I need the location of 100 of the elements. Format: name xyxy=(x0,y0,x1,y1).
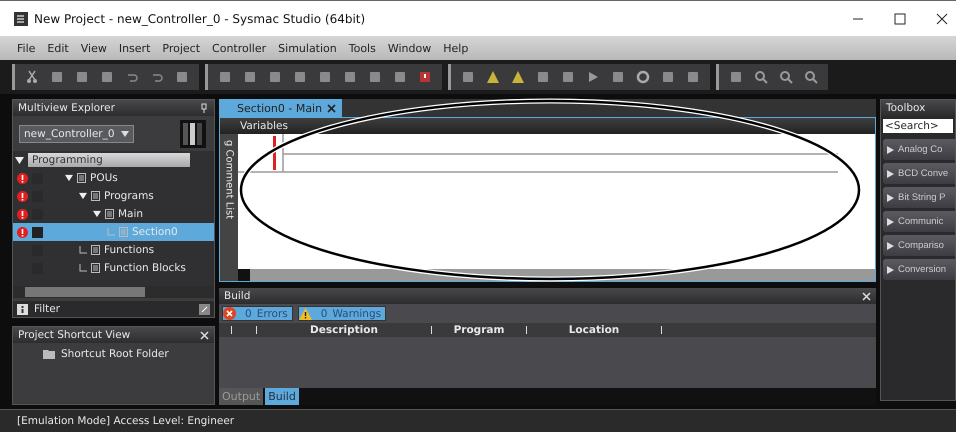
expand-arrow-icon xyxy=(887,146,894,154)
expand-arrow-icon[interactable] xyxy=(79,192,87,200)
toolbar-icon[interactable] xyxy=(318,70,332,84)
document-icon xyxy=(91,263,100,273)
scissors-icon[interactable] xyxy=(25,70,39,84)
editor-tab[interactable]: Section0 - Main xyxy=(219,99,342,117)
toolbar-icon[interactable] xyxy=(536,70,550,84)
column-header[interactable]: Program xyxy=(444,324,514,336)
tree-item[interactable]: Programs xyxy=(13,187,214,205)
panel-title: Toolbox xyxy=(886,102,926,114)
document-icon xyxy=(105,209,114,219)
toolbar-icon[interactable] xyxy=(243,70,257,84)
tree-item[interactable]: Programming xyxy=(13,151,214,169)
expand-arrow-icon xyxy=(887,266,894,274)
side-tab[interactable]: g Comment List xyxy=(220,134,238,281)
toolbar-icon[interactable] xyxy=(293,70,307,84)
menu-item[interactable]: Help xyxy=(443,42,468,54)
menu-item[interactable]: Controller xyxy=(212,42,266,54)
circle-icon[interactable] xyxy=(636,70,650,84)
document-icon xyxy=(91,191,100,201)
menu-item[interactable]: Window xyxy=(388,42,432,54)
panel-tab[interactable]: Build xyxy=(265,388,299,405)
folder-label[interactable]: Shortcut Root Folder xyxy=(61,348,169,360)
panel-title: Multiview Explorer xyxy=(18,102,115,114)
warning-icon[interactable] xyxy=(511,70,525,84)
filter-label[interactable]: Filter xyxy=(34,303,193,315)
toolbar-icon[interactable] xyxy=(661,70,675,84)
tree-label: Function Blocks xyxy=(104,262,186,274)
menu-item[interactable]: Simulation xyxy=(278,42,337,54)
warning-icon[interactable] xyxy=(486,70,500,84)
toolbox-category[interactable]: Compariso xyxy=(883,235,955,256)
menu-item[interactable]: File xyxy=(17,42,36,54)
controller-icon xyxy=(180,120,206,148)
tree-item[interactable]: Functions xyxy=(13,241,214,259)
toolbox-category[interactable]: Bit String P xyxy=(883,187,955,208)
close-icon[interactable] xyxy=(327,104,336,112)
tree-label: Functions xyxy=(104,244,154,256)
panel-title: Project Shortcut View xyxy=(18,329,130,341)
toolbox-category[interactable]: Conversion xyxy=(883,259,955,280)
menu-item[interactable]: View xyxy=(80,42,107,54)
toolbar-icon[interactable] xyxy=(218,70,232,84)
expand-arrow-icon[interactable] xyxy=(15,156,24,164)
checkbox[interactable] xyxy=(32,226,43,238)
expand-arrow-icon[interactable] xyxy=(93,210,101,218)
toolbar-icon[interactable] xyxy=(729,70,743,84)
toolbar-icon[interactable] xyxy=(461,70,475,84)
tree-item[interactable]: POUs xyxy=(13,169,214,187)
tree-header: Programming xyxy=(28,153,190,167)
error-icon xyxy=(223,307,236,320)
tree-connector-icon xyxy=(79,246,87,254)
maximize-icon[interactable] xyxy=(894,12,906,24)
expand-arrow-icon[interactable] xyxy=(65,174,73,182)
toolbox-category[interactable]: Communic xyxy=(883,211,955,232)
play-icon[interactable] xyxy=(586,70,600,84)
expand-arrow-icon xyxy=(887,194,894,202)
controller-dropdown[interactable]: new_Controller_0 xyxy=(19,125,134,143)
info-icon xyxy=(17,304,28,314)
magnifier-icon[interactable] xyxy=(779,70,793,84)
toolbox-category[interactable]: BCD Conve xyxy=(883,163,955,184)
toolbar-icon[interactable] xyxy=(175,70,189,84)
stop-icon[interactable] xyxy=(418,70,432,84)
document-icon xyxy=(77,173,86,183)
menu-item[interactable]: Project xyxy=(162,42,200,54)
toolbar-icon[interactable] xyxy=(100,70,114,84)
expand-arrow-icon xyxy=(887,218,894,226)
status-text: [Emulation Mode] Access Level: Engineer xyxy=(17,415,234,427)
toolbar-icon[interactable] xyxy=(561,70,575,84)
menu-item[interactable]: Edit xyxy=(47,42,69,54)
tree-connector-icon xyxy=(79,264,87,272)
window-title: New Project - new_Controller_0 - Sysmac Studio (64bit) xyxy=(34,12,366,26)
tree-label: Section0 xyxy=(132,226,178,238)
app-icon xyxy=(14,12,28,26)
variables-header[interactable]: Variables xyxy=(220,118,875,134)
warning-icon xyxy=(298,308,312,320)
expand-arrow-icon xyxy=(887,242,894,250)
horizontal-scrollbar[interactable] xyxy=(13,286,214,298)
toolbar-icon[interactable] xyxy=(368,70,382,84)
tree-item[interactable]: Function Blocks xyxy=(13,259,214,277)
close-icon[interactable] xyxy=(936,12,948,24)
menu-item[interactable]: Insert xyxy=(118,42,150,54)
caret-icon xyxy=(120,131,129,137)
folder-icon xyxy=(43,349,55,359)
tree-label: Programs xyxy=(104,190,154,202)
toolbar-icon[interactable] xyxy=(686,70,700,84)
menu-item[interactable]: Tools xyxy=(348,42,376,54)
toolbox-category[interactable]: Analog Co xyxy=(883,139,955,160)
tree-item[interactable]: Main xyxy=(13,205,214,223)
magnifier-icon[interactable] xyxy=(754,70,768,84)
document-icon xyxy=(119,227,128,237)
toolbar-icon[interactable] xyxy=(75,70,89,84)
column-header[interactable]: Description xyxy=(269,324,419,336)
search-field[interactable]: <Search> xyxy=(883,119,953,133)
toolbar-icon[interactable] xyxy=(50,70,64,84)
toolbar-icon[interactable] xyxy=(611,70,625,84)
magnifier-icon[interactable] xyxy=(804,70,818,84)
toolbar-icon[interactable] xyxy=(343,70,357,84)
expand-arrow-icon xyxy=(887,170,894,178)
document-icon xyxy=(91,245,100,255)
column-header[interactable]: Location xyxy=(539,324,649,336)
tree-connector-icon xyxy=(107,228,115,236)
